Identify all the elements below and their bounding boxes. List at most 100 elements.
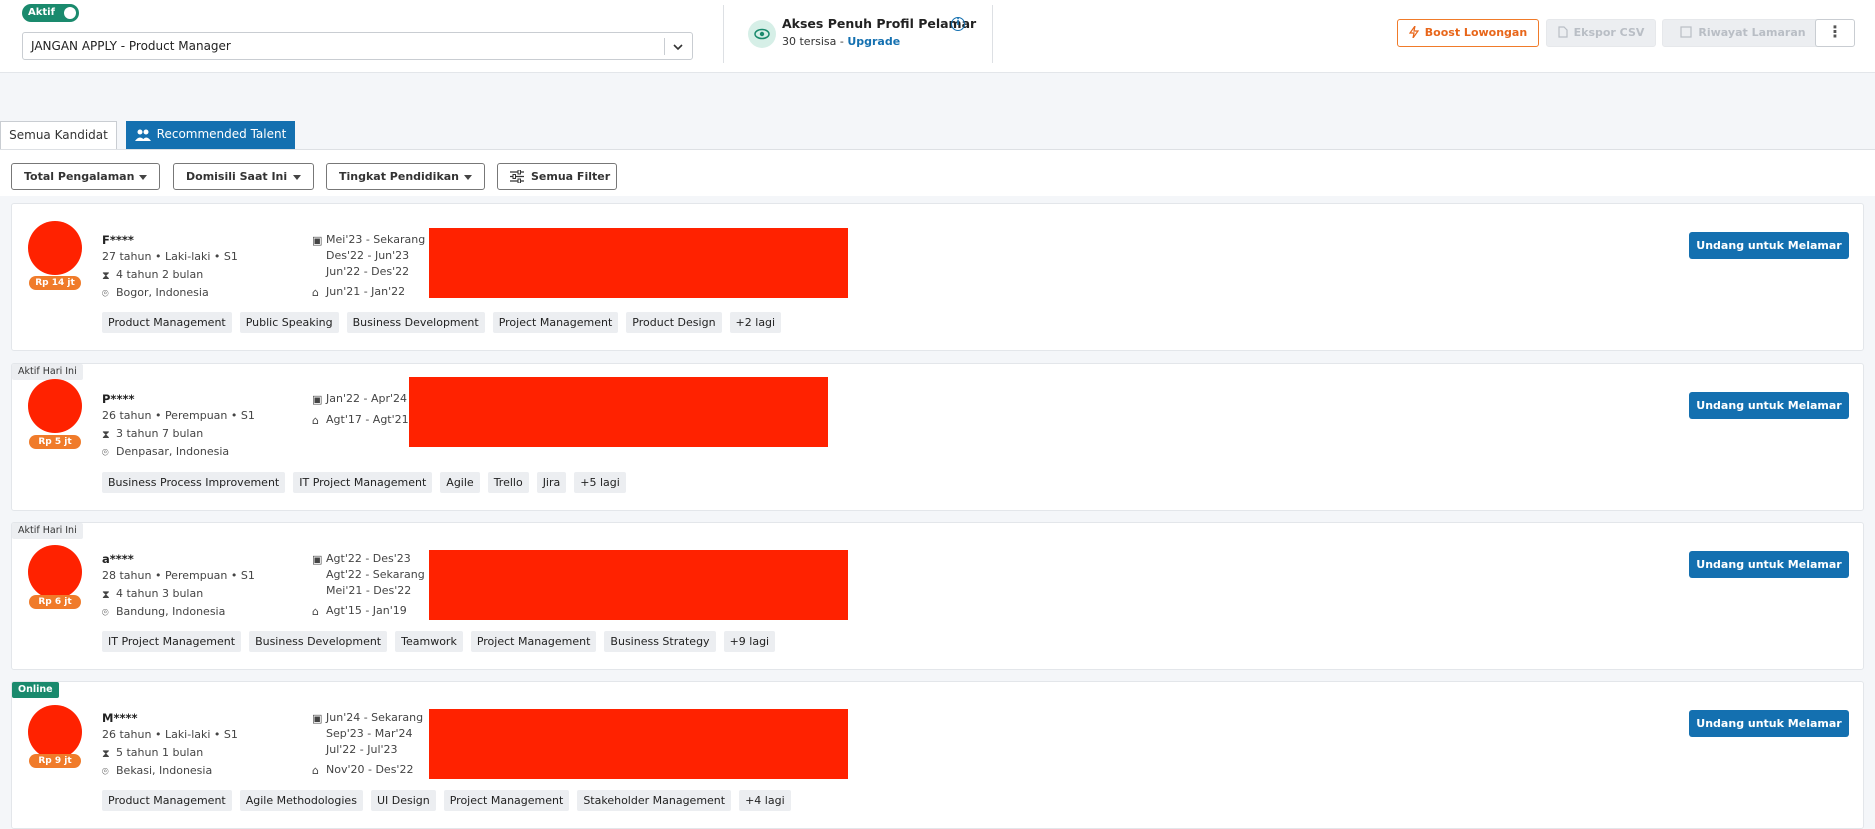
info-icon[interactable]: i <box>951 17 965 31</box>
briefcase-icon: ▣ <box>312 234 323 247</box>
work-history-item: Mei'21 - Des'22 <box>326 584 412 597</box>
graduation-cap-icon: ⌂ <box>312 605 319 618</box>
location-pin-icon: ⌾ <box>102 765 109 778</box>
file-icon <box>1558 26 1568 38</box>
invite-button[interactable]: Undang untuk Melamar <box>1689 710 1849 737</box>
invite-button[interactable]: Undang untuk Melamar <box>1689 551 1849 578</box>
experience-duration: ⧗ 3 tahun 7 bulan <box>102 427 203 442</box>
skill-more-chip[interactable]: +9 lagi <box>723 631 776 652</box>
location-text: Denpasar, Indonesia <box>116 445 230 458</box>
job-select[interactable]: JANGAN APPLY - Product Manager <box>22 32 693 60</box>
skill-chip: Product Design <box>626 312 722 333</box>
skill-chip: Business Development <box>346 312 485 333</box>
location-text: Bekasi, Indonesia <box>116 764 213 777</box>
all-filters-button[interactable]: Semua Filter <box>497 163 617 190</box>
work-history-item: ▣ Mei'23 - Sekarang <box>312 233 425 247</box>
filter-domicile[interactable]: Domisili Saat Ini <box>173 163 314 190</box>
briefcase-icon: ▣ <box>312 712 323 725</box>
skill-chip: Public Speaking <box>239 312 339 333</box>
history-label: Riwayat Lamaran <box>1698 26 1806 39</box>
hourglass-icon: ⧗ <box>102 588 110 601</box>
experience-duration: ⧗ 4 tahun 3 bulan <box>102 587 203 602</box>
skill-chip: Business Development <box>249 631 388 652</box>
all-filters-label: Semua Filter <box>531 170 611 183</box>
candidate-info: 27 tahun • Laki-laki • S1 <box>102 250 238 263</box>
caret-down-icon <box>293 175 301 180</box>
work-history-item: ▣ Jan'22 - Apr'24 <box>312 392 407 406</box>
tab-recommended-label: Recommended Talent <box>156 127 287 141</box>
caret-down-icon <box>139 175 147 180</box>
status-toggle-label: Aktif <box>28 7 55 18</box>
education-period: Agt'17 - Agt'21 <box>326 413 409 426</box>
eye-icon <box>748 20 776 48</box>
candidate-info: 28 tahun • Perempuan • S1 <box>102 569 255 582</box>
candidate-card[interactable]: Aktif Hari Ini Rp 6 jt a**** 28 tahun • … <box>11 522 1864 670</box>
location-pin-icon: ⌾ <box>102 287 109 300</box>
boost-button[interactable]: Boost Lowongan <box>1397 19 1539 47</box>
skill-chip: Jira <box>536 472 567 493</box>
skill-chip: Trello <box>487 472 529 493</box>
invite-button[interactable]: Undang untuk Melamar <box>1689 392 1849 419</box>
location-text: Bandung, Indonesia <box>116 605 226 618</box>
export-csv-button[interactable]: Ekspor CSV <box>1546 19 1656 47</box>
skill-chip: Project Management <box>492 312 619 333</box>
skill-chip: Project Management <box>443 790 570 811</box>
skill-chip: Business Process Improvement <box>102 472 286 493</box>
tab-recommended-talent[interactable]: Recommended Talent <box>126 121 295 150</box>
skill-more-chip[interactable]: +5 lagi <box>574 472 626 493</box>
skill-chip: Stakeholder Management <box>577 790 732 811</box>
skill-chip: UI Design <box>370 790 436 811</box>
experience-duration: ⧗ 5 tahun 1 bulan <box>102 746 203 761</box>
hourglass-icon: ⧗ <box>102 269 110 282</box>
candidate-card[interactable]: Rp 14 jt F**** 27 tahun • Laki-laki • S1… <box>11 203 1864 351</box>
location-pin-icon: ⌾ <box>102 606 109 619</box>
candidate-info: 26 tahun • Perempuan • S1 <box>102 409 255 422</box>
salary-badge: Rp 14 jt <box>29 276 81 290</box>
work-period: Jan'22 - Apr'24 <box>326 392 407 405</box>
redacted-block <box>429 228 848 298</box>
avatar <box>28 545 82 599</box>
avatar <box>28 221 82 275</box>
experience-text: 5 tahun 1 bulan <box>116 746 204 759</box>
candidate-location: ⌾ Bandung, Indonesia <box>102 605 225 620</box>
briefcase-icon: ▣ <box>312 393 323 406</box>
more-options-button[interactable]: ⋮ <box>1815 19 1855 47</box>
graduation-cap-icon: ⌂ <box>312 286 319 299</box>
invite-button[interactable]: Undang untuk Melamar <box>1689 232 1849 259</box>
skill-chip: Agile <box>440 472 480 493</box>
filter-total-experience[interactable]: Total Pengalaman <box>11 163 160 190</box>
salary-badge: Rp 5 jt <box>29 435 81 449</box>
skill-chip: Project Management <box>470 631 597 652</box>
experience-text: 4 tahun 2 bulan <box>116 268 204 281</box>
candidate-card[interactable]: Aktif Hari Ini Rp 5 jt P**** 26 tahun • … <box>11 363 1864 511</box>
users-icon <box>134 129 151 141</box>
candidate-card[interactable]: Online Rp 9 jt M**** 26 tahun • Laki-lak… <box>11 681 1864 829</box>
hourglass-icon: ⧗ <box>102 747 110 760</box>
activity-badge: Aktif Hari Ini <box>12 523 83 539</box>
graduation-cap-icon: ⌂ <box>312 414 319 427</box>
work-history-item: Des'22 - Jun'23 <box>326 249 410 262</box>
skill-more-chip[interactable]: +4 lagi <box>739 790 791 811</box>
candidate-location: ⌾ Denpasar, Indonesia <box>102 445 229 460</box>
avatar <box>28 705 82 759</box>
filter-education-label: Tingkat Pendidikan <box>339 170 460 183</box>
more-vertical-icon: ⋮ <box>1827 22 1843 41</box>
header-divider <box>723 5 724 63</box>
skill-more-chip[interactable]: +2 lagi <box>729 312 782 333</box>
tab-all-candidates[interactable]: Semua Kandidat <box>0 121 117 150</box>
history-button[interactable]: Riwayat Lamaran <box>1662 19 1824 47</box>
work-period: Mei'23 - Sekarang <box>326 233 426 246</box>
online-badge: Online <box>12 682 59 698</box>
filter-education[interactable]: Tingkat Pendidikan <box>326 163 485 190</box>
skills-list: Product Management Agile Methodologies U… <box>102 790 791 811</box>
work-period: Agt'22 - Des'23 <box>326 552 411 565</box>
upgrade-link[interactable]: Upgrade <box>847 35 900 48</box>
skill-chip: Teamwork <box>395 631 463 652</box>
skill-chip: Product Management <box>102 312 232 333</box>
hourglass-icon: ⧗ <box>102 428 110 441</box>
skills-list: IT Project Management Business Developme… <box>102 631 776 652</box>
status-toggle[interactable]: Aktif <box>22 4 79 22</box>
work-history-item: ▣ Jun'24 - Sekarang <box>312 711 423 725</box>
boost-label: Boost Lowongan <box>1424 26 1528 39</box>
skill-chip: Product Management <box>102 790 232 811</box>
